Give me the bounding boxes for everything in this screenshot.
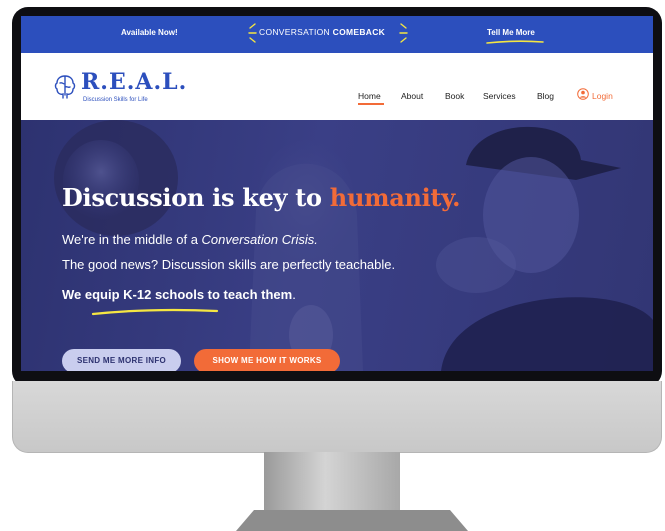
site-header: R.E.A.L. Discussion Skills for Life Home…	[21, 53, 653, 120]
promo-bold: COMEBACK	[332, 27, 386, 37]
nav-home[interactable]: Home	[358, 91, 381, 101]
hero-line-2: The good news? Discussion skills are per…	[62, 257, 396, 272]
hero-line-3: We equip K-12 schools to teach them.	[62, 287, 296, 302]
hero-headline-main: Discussion is key to	[62, 183, 330, 212]
nav-login[interactable]: Login	[592, 91, 613, 101]
nav-services[interactable]: Services	[483, 91, 516, 101]
hero-line-3-suffix: .	[292, 287, 296, 302]
nav-about[interactable]: About	[401, 91, 423, 101]
hero-headline-accent: humanity.	[329, 183, 461, 212]
monitor-stand-neck	[264, 452, 400, 514]
highlight-underline	[91, 308, 219, 316]
promo-prefix: CONVERSATION	[259, 27, 333, 37]
hero-line-3-bold: We equip K-12 schools to teach them	[62, 287, 293, 302]
brain-icon[interactable]	[54, 73, 76, 99]
announcement-bar: Available Now! CONVERSATION COMEBACK Tel…	[21, 16, 653, 53]
hero-line-1: We're in the middle of a Conversation Cr…	[62, 232, 318, 247]
hero-line-1-prefix: We're in the middle of a	[62, 232, 202, 247]
highlight-underline	[486, 40, 544, 44]
show-how-it-works-button[interactable]: SHOW ME HOW IT WORKS	[194, 349, 340, 371]
monitor-chin	[12, 381, 662, 453]
hero-line-1-italic: Conversation Crisis.	[201, 232, 318, 247]
monitor-stand-base	[236, 510, 468, 531]
active-nav-indicator	[358, 103, 384, 105]
tell-me-more-link[interactable]: Tell Me More	[487, 28, 535, 37]
send-more-info-button[interactable]: SEND ME MORE INFO	[62, 349, 181, 371]
nav-blog[interactable]: Blog	[537, 91, 554, 101]
promo-text: CONVERSATION COMEBACK	[259, 27, 385, 37]
sparkle-icon	[248, 23, 257, 43]
hero-section: Discussion is key to humanity. We're in …	[21, 120, 653, 371]
sparkle-icon	[399, 23, 408, 43]
monitor-screen: Available Now! CONVERSATION COMEBACK Tel…	[21, 16, 653, 371]
hero-headline: Discussion is key to humanity.	[62, 183, 460, 212]
available-now-text: Available Now!	[121, 28, 178, 37]
user-icon[interactable]	[577, 88, 589, 100]
logo-tagline: Discussion Skills for Life	[83, 97, 148, 103]
nav-book[interactable]: Book	[445, 91, 464, 101]
logo-wordmark[interactable]: R.E.A.L.	[81, 69, 187, 95]
